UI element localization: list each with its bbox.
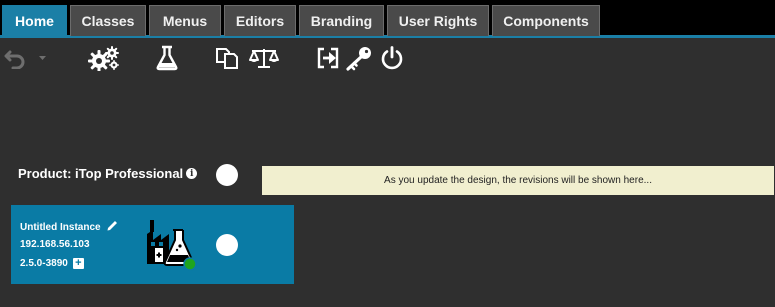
info-icon[interactable]: i	[186, 168, 198, 179]
instance-version-row: 2.5.0-3890 +	[20, 258, 84, 269]
product-name: Product: iTop Professional	[18, 166, 184, 181]
balance-scale-icon[interactable]	[247, 44, 281, 72]
revisions-message: As you update the design, the revisions …	[384, 175, 652, 186]
product-toggle-circle[interactable]	[216, 164, 238, 186]
sign-in-icon[interactable]	[314, 44, 342, 72]
key-icon[interactable]	[344, 44, 374, 72]
instance-card[interactable]: Untitled Instance 192.168.56.103 2.5.0-3…	[11, 205, 294, 284]
dropdown-caret-icon[interactable]	[36, 44, 48, 72]
tab-menus[interactable]: Menus	[149, 5, 221, 36]
undo-icon[interactable]	[3, 44, 29, 72]
instance-name-row: Untitled Instance	[20, 219, 119, 235]
status-dot	[183, 257, 197, 271]
instance-name: Untitled Instance	[20, 221, 101, 233]
flask-icon[interactable]	[154, 44, 180, 72]
instance-toggle-circle[interactable]	[216, 234, 238, 256]
product-label: Product: iTop Professional i	[18, 166, 198, 181]
factory-flask-icon	[145, 218, 203, 279]
cogs-icon[interactable]	[86, 44, 122, 72]
copy-icon[interactable]	[213, 44, 241, 72]
main-tab-bar: Home Classes Menus Editors Branding User…	[0, 0, 775, 38]
pencil-icon[interactable]	[106, 219, 119, 235]
power-icon[interactable]	[377, 44, 407, 72]
tab-components[interactable]: Components	[492, 5, 600, 36]
instance-ip: 192.168.56.103	[20, 239, 90, 250]
tab-editors[interactable]: Editors	[224, 5, 296, 36]
revisions-placeholder: As you update the design, the revisions …	[262, 166, 774, 195]
add-icon[interactable]: +	[72, 258, 84, 269]
tab-classes[interactable]: Classes	[70, 5, 146, 36]
instance-version: 2.5.0-3890	[20, 258, 68, 269]
tab-home[interactable]: Home	[2, 5, 67, 36]
tab-user-rights[interactable]: User Rights	[387, 5, 489, 36]
tab-branding[interactable]: Branding	[299, 5, 384, 36]
